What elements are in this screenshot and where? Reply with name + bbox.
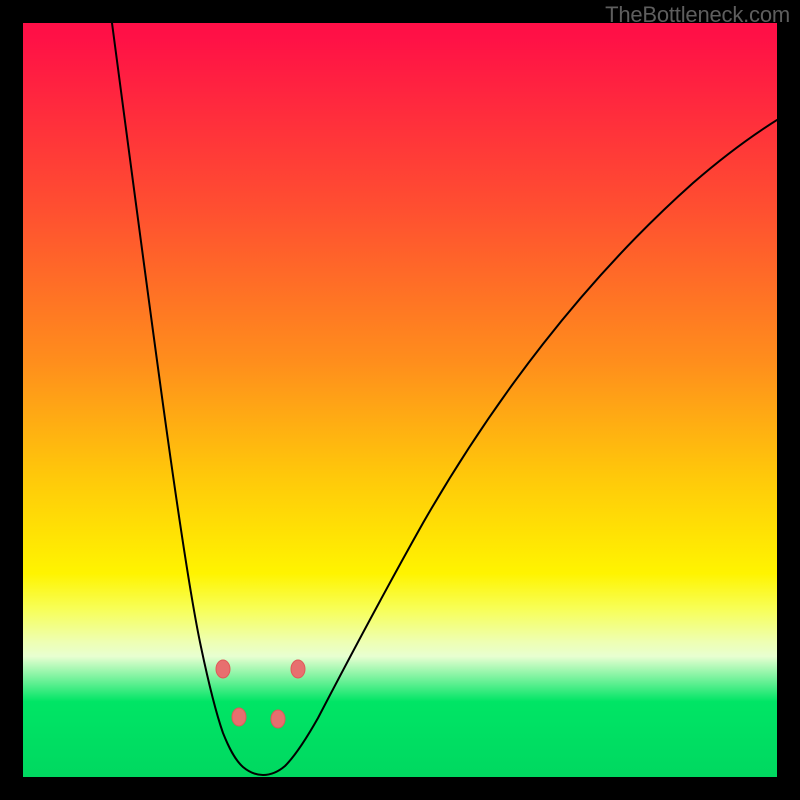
watermark-text: TheBottleneck.com bbox=[605, 2, 790, 28]
data-markers bbox=[216, 660, 305, 728]
data-marker bbox=[216, 660, 230, 678]
bottleneck-curve-plot bbox=[23, 23, 777, 777]
v-curve bbox=[112, 23, 777, 775]
data-marker bbox=[291, 660, 305, 678]
data-marker bbox=[271, 710, 285, 728]
chart-area bbox=[23, 23, 777, 777]
data-marker bbox=[232, 708, 246, 726]
